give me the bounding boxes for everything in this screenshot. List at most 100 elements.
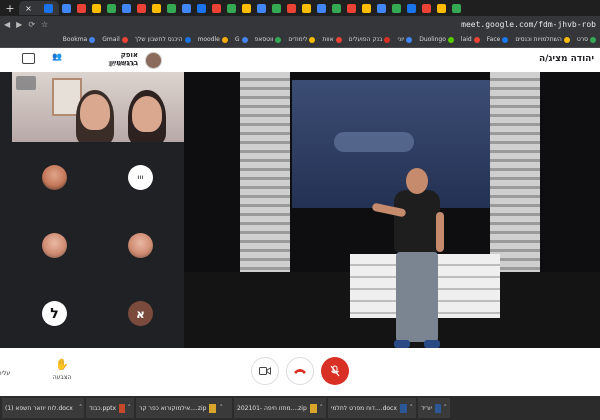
participant-avatar[interactable] (128, 233, 153, 258)
tab-favicon-icon[interactable] (452, 3, 461, 13)
taskbar-item[interactable]: יוריד ˄ (418, 398, 450, 418)
zip-file-icon (309, 403, 317, 413)
tab-favicon-icon[interactable] (377, 3, 386, 13)
bookmark-item[interactable]: Duolingo (419, 36, 454, 43)
participant-avatar[interactable] (42, 233, 67, 258)
tab-favicon-icon[interactable] (167, 3, 176, 13)
chat-icon[interactable] (22, 53, 35, 64)
chevron-up-icon[interactable]: ˄ (79, 404, 83, 412)
stage-column (240, 72, 290, 272)
tab-favicon-icon[interactable] (212, 3, 221, 13)
tab-favicon-icon[interactable] (182, 3, 191, 13)
bookmark-item[interactable]: לימודים (288, 36, 316, 43)
active-tab[interactable]: × (19, 1, 59, 15)
tab-favicon-icon[interactable] (392, 3, 401, 13)
tab-favicon-icon[interactable] (227, 3, 236, 13)
bookmark-favicon-icon (473, 36, 480, 43)
bookmark-favicon-icon (563, 36, 570, 43)
bookmark-favicon-icon (447, 36, 454, 43)
bookmark-label: בנק הפועלים (348, 36, 383, 43)
tab-favicon-icon[interactable] (422, 3, 431, 13)
bookmark-item[interactable]: Face (487, 36, 509, 43)
url-input[interactable]: meet.google.com/fdm-jhvb-rob (461, 20, 596, 29)
performer-head (406, 168, 428, 194)
participant-video-tile[interactable] (12, 72, 184, 142)
participant-avatar[interactable]: ל (42, 301, 67, 326)
chevron-up-icon[interactable]: ˄ (320, 404, 324, 412)
taskbar-item[interactable]: אילמוקורוא כפר קר....zip ˄ (136, 398, 232, 418)
bookmark-item[interactable]: Gmail (102, 36, 128, 43)
tab-favicon-icon[interactable] (137, 3, 146, 13)
bookmark-favicon-icon (406, 36, 413, 43)
tab-favicon-icon[interactable] (77, 3, 86, 13)
star-icon[interactable]: ☆ (41, 20, 48, 29)
tab-close-icon[interactable]: × (25, 4, 32, 13)
bookmark-item[interactable]: ווטסאפ (255, 36, 282, 43)
bookmark-label: Bookma (62, 36, 88, 43)
chevron-up-icon[interactable]: ˄ (410, 404, 414, 412)
tab-favicon-icon (43, 3, 53, 13)
bookmark-item[interactable]: היכנס לחשבון שלך (135, 36, 191, 43)
tab-favicon-icon[interactable] (347, 3, 356, 13)
participant-avatar[interactable]: ווו (128, 165, 153, 190)
tab-favicon-icon[interactable] (272, 3, 281, 13)
tab-favicon-icon[interactable] (287, 3, 296, 13)
bookmark-label: ווטסאפ (254, 36, 274, 43)
bookmark-label: Face (486, 36, 501, 43)
tab-favicon-icon[interactable] (332, 3, 341, 13)
meet-area: 👥 אופק ברנשטיין 16-ו נוספים יהודה מציג/ה… (0, 48, 600, 396)
bookmark-favicon-icon (335, 36, 342, 43)
tab-favicon-icon[interactable] (122, 3, 131, 13)
taskbar-item[interactable]: דוח מפרט לתלמי....docx ˄ (328, 398, 416, 418)
tab-favicon-icon[interactable] (197, 3, 206, 13)
chevron-up-icon[interactable]: ˄ (219, 404, 223, 412)
people-icon[interactable]: 👥 (52, 52, 62, 61)
raise-hand-icon[interactable]: ✋ (52, 358, 72, 371)
forward-icon[interactable]: ▶ (16, 20, 22, 29)
taskbar-item[interactable]: 202101- מחזו חיפה....zip ˄ (234, 398, 326, 418)
bookmark-label: סרט (576, 36, 588, 43)
new-tab-button[interactable]: + (4, 2, 16, 15)
tab-favicon-icon[interactable] (437, 3, 446, 13)
bookmark-item[interactable]: בנק הפועלים (349, 36, 391, 43)
participant-avatar[interactable] (42, 165, 67, 190)
bookmark-label: moodle (197, 36, 220, 43)
bookmark-item[interactable]: G (235, 36, 248, 43)
user-avatar[interactable] (145, 52, 162, 69)
bookmark-item[interactable]: השתלמויות וכנסים (515, 36, 570, 43)
tab-favicon-icon[interactable] (242, 3, 251, 13)
browser-tab-strip: + × (0, 0, 600, 16)
presentation-video[interactable] (184, 72, 600, 372)
tab-favicon-icon[interactable] (317, 3, 326, 13)
taskbar-item[interactable]: כבוד.pptx ˄ (86, 398, 134, 418)
chevron-up-icon[interactable]: ˄ (128, 404, 132, 412)
tab-favicon-icon[interactable] (257, 3, 266, 13)
back-icon[interactable]: ◀ (4, 20, 10, 29)
tab-favicon-icon[interactable] (407, 3, 416, 13)
camera-button[interactable] (251, 357, 279, 385)
tab-favicon-icon[interactable] (362, 3, 371, 13)
bookmark-favicon-icon (502, 36, 509, 43)
taskbar-item[interactable]: לוח יוזאר חשפא (1).docx ˄ (2, 398, 84, 418)
screen: + × ◀ ▶ ⟳ ☆ meet.google.com/fdm-jhvb-rob… (0, 0, 600, 420)
bookmark-item[interactable]: laid (461, 36, 480, 43)
reload-icon[interactable]: ⟳ (28, 20, 35, 29)
bookmark-item[interactable]: moodle (198, 36, 228, 43)
hang-up-button[interactable] (286, 357, 314, 385)
tab-favicon-icon[interactable] (92, 3, 101, 13)
bookmark-item[interactable]: יוני (397, 36, 413, 43)
tab-favicon-icon[interactable] (107, 3, 116, 13)
participant-avatar[interactable]: א (128, 301, 153, 326)
taskbar-item-label: כבוד.pptx (89, 404, 116, 412)
tab-favicon-icon[interactable] (62, 3, 71, 13)
microphone-button[interactable] (321, 357, 349, 385)
bookmark-favicon-icon (241, 36, 248, 43)
tab-favicon-icon[interactable] (302, 3, 311, 13)
bookmark-item[interactable]: סרט (577, 36, 596, 43)
performer-shoe (424, 340, 440, 348)
bookmark-item[interactable]: אוות (322, 36, 342, 43)
tab-favicon-icon[interactable] (152, 3, 161, 13)
chevron-up-icon[interactable]: ˄ (444, 404, 448, 412)
bookmark-label: Gmail (102, 36, 120, 43)
bookmark-item[interactable]: Bookma (62, 36, 96, 43)
